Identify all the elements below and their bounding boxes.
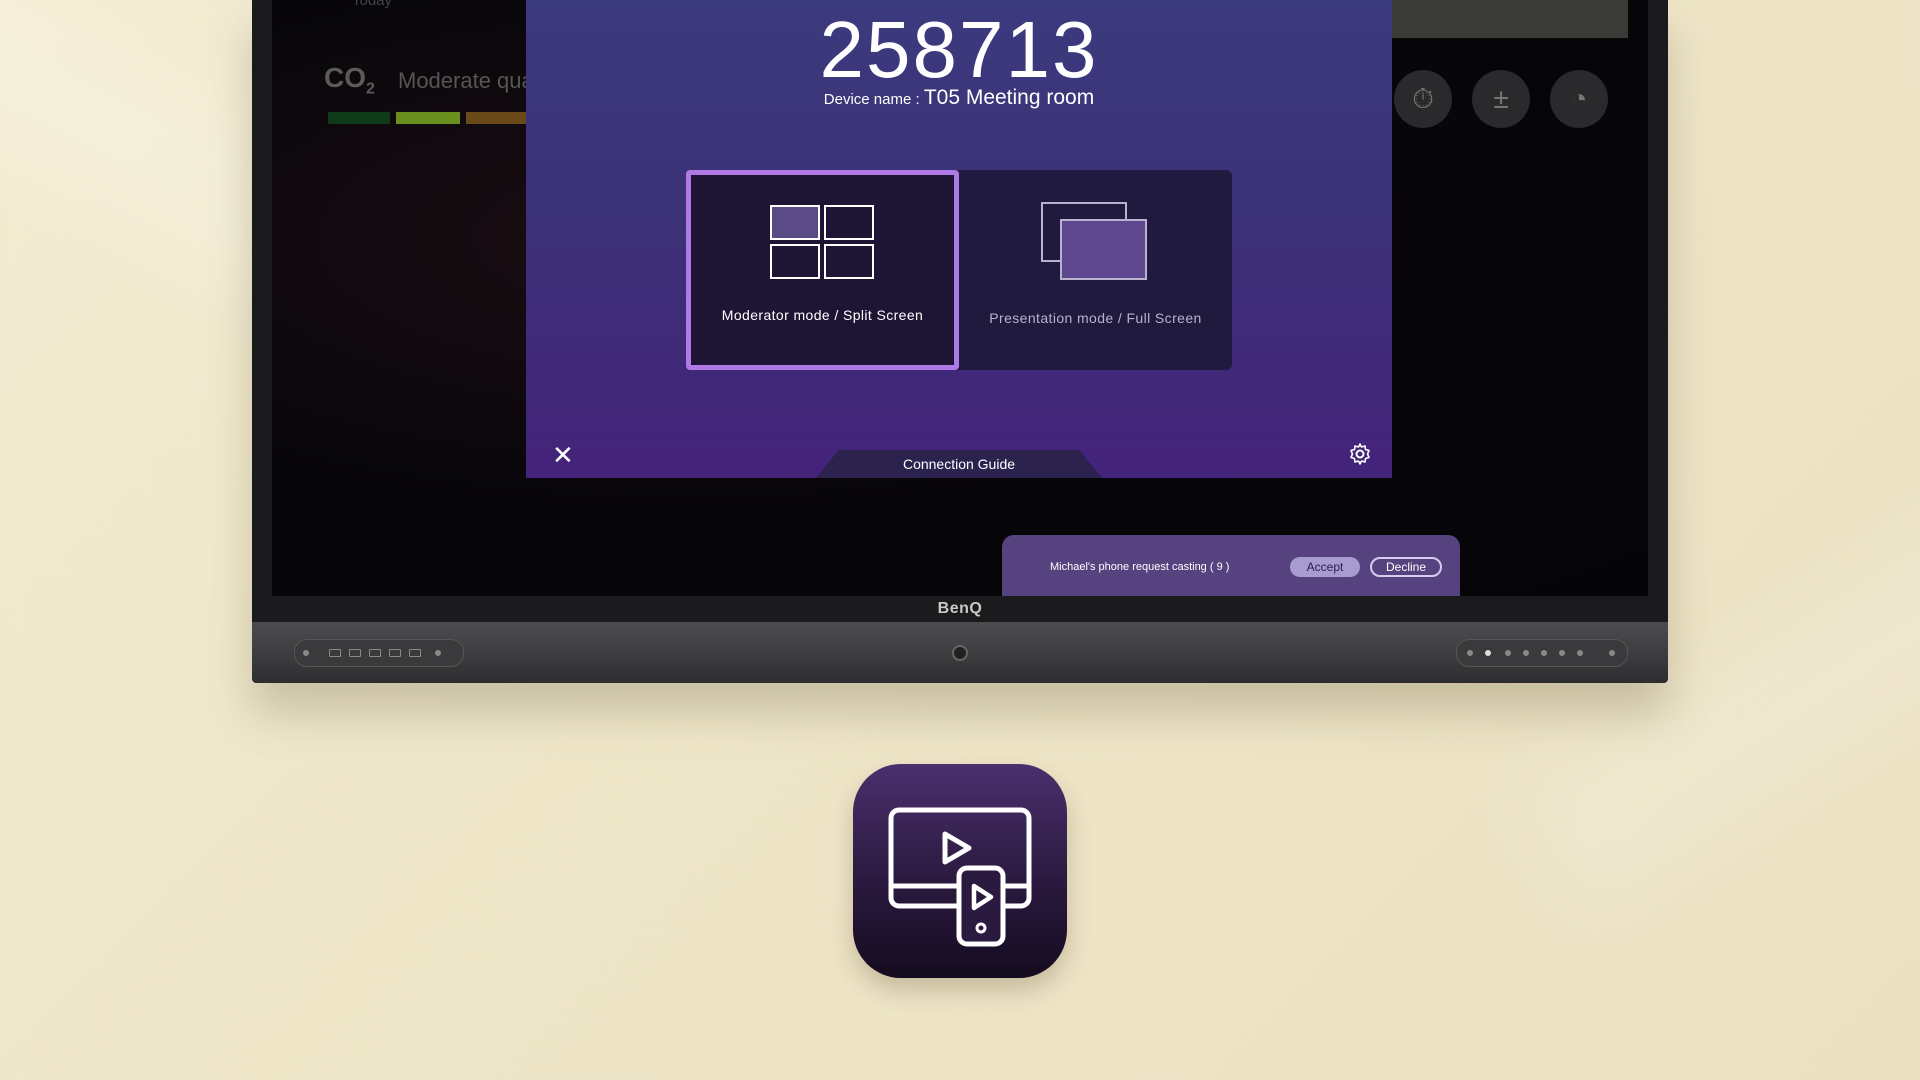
volume-button[interactable] bbox=[1577, 650, 1583, 656]
presentation-mode-button[interactable]: Presentation mode / Full Screen bbox=[959, 170, 1232, 370]
countdown-icon[interactable]: ◔ bbox=[1550, 70, 1608, 128]
air-quality-bar-good bbox=[328, 112, 390, 124]
front-button[interactable] bbox=[1541, 650, 1547, 656]
moderator-mode-button[interactable]: Moderator mode / Split Screen bbox=[686, 170, 959, 370]
connection-guide-label: Connection Guide bbox=[902, 456, 1016, 472]
usb-port[interactable] bbox=[389, 649, 401, 657]
mode-selector: Moderator mode / Split Screen Presentati… bbox=[686, 170, 1232, 370]
brand-logo: BenQ bbox=[937, 600, 983, 617]
co2-label: CO2 bbox=[324, 62, 375, 98]
cast-request-bar: Michael's phone request casting ( 9 ) Ac… bbox=[1002, 535, 1460, 596]
power-button[interactable] bbox=[1485, 650, 1491, 656]
close-icon[interactable]: ✕ bbox=[552, 442, 574, 468]
hdmi-port[interactable] bbox=[409, 649, 421, 657]
front-ports bbox=[294, 639, 464, 667]
home-button[interactable] bbox=[1523, 650, 1529, 656]
display-screen: Today CO2 Moderate qua ⏱ ± ◔ 258713 Devi… bbox=[272, 0, 1648, 596]
top-strip bbox=[1390, 0, 1628, 38]
full-screen-icon bbox=[1041, 202, 1147, 280]
air-quality-bar-moderate bbox=[396, 112, 460, 124]
calculator-icon[interactable]: ± bbox=[1472, 70, 1530, 128]
camera-lens bbox=[952, 645, 968, 661]
presentation-mode-label: Presentation mode / Full Screen bbox=[989, 310, 1202, 326]
usb-port[interactable] bbox=[349, 649, 361, 657]
air-quality-text: Moderate qua bbox=[398, 68, 534, 93]
gear-icon[interactable] bbox=[1348, 442, 1372, 466]
display-bottom-bar bbox=[252, 622, 1668, 683]
screen-cast-icon bbox=[888, 807, 1032, 947]
device-name-label: Device name : bbox=[823, 91, 924, 108]
air-quality-bar-poor bbox=[466, 112, 526, 124]
front-buttons bbox=[1456, 639, 1628, 667]
accept-button[interactable]: Accept bbox=[1290, 557, 1360, 577]
casting-dialog: 258713 Device name : T05 Meeting room Mo… bbox=[526, 0, 1392, 478]
cast-request-message: Michael's phone request casting ( 9 ) bbox=[1050, 561, 1230, 573]
app-icon bbox=[853, 764, 1067, 978]
device-name: T05 Meeting room bbox=[923, 86, 1095, 109]
connection-guide-tab[interactable]: Connection Guide bbox=[816, 450, 1102, 478]
decline-button[interactable]: Decline bbox=[1370, 557, 1442, 577]
interactive-display: Today CO2 Moderate qua ⏱ ± ◔ 258713 Devi… bbox=[252, 0, 1668, 683]
usb-port[interactable] bbox=[329, 649, 341, 657]
front-button[interactable] bbox=[1559, 650, 1565, 656]
front-button[interactable] bbox=[1467, 650, 1473, 656]
nfc-icon bbox=[435, 650, 441, 656]
pin-code: 258713 bbox=[819, 5, 1099, 94]
timer-icon[interactable]: ⏱ bbox=[1394, 70, 1452, 128]
sensor-icon bbox=[1609, 650, 1615, 656]
usb-port[interactable] bbox=[369, 649, 381, 657]
display-bezel: Today CO2 Moderate qua ⏱ ± ◔ 258713 Devi… bbox=[252, 0, 1668, 622]
moderator-mode-label: Moderator mode / Split Screen bbox=[721, 307, 924, 323]
today-label: Today bbox=[352, 0, 393, 9]
device-name-line: Device name : T05 Meeting room bbox=[526, 86, 1392, 110]
split-screen-icon bbox=[770, 205, 874, 279]
power-indicator bbox=[303, 650, 309, 656]
front-button[interactable] bbox=[1505, 650, 1511, 656]
